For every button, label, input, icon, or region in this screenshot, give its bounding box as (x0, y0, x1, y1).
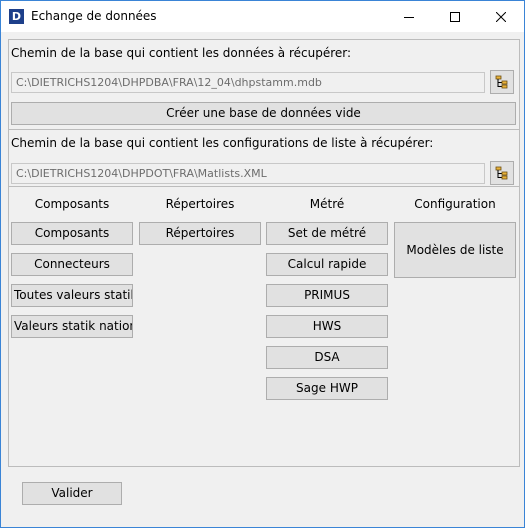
actions-group: Composants Répertoires Métré Configurati… (8, 186, 520, 467)
config-path-label: Chemin de la base qui contient les confi… (11, 136, 434, 150)
database-browse-button[interactable] (490, 70, 514, 94)
toutes-valeurs-statik-button[interactable]: Toutes valeurs statik (11, 284, 133, 307)
minimize-button[interactable] (386, 1, 432, 32)
sage-hwp-button[interactable]: Sage HWP (266, 377, 388, 400)
repertoires-button[interactable]: Répertoires (139, 222, 261, 245)
title-bar[interactable]: D Echange de données (1, 1, 524, 32)
config-path-field[interactable]: C:\DIETRICHS1204\DHPDOT\FRA\Matlists.XML (11, 163, 485, 184)
connecteurs-button[interactable]: Connecteurs (11, 253, 133, 276)
valider-button[interactable]: Valider (22, 482, 122, 505)
modeles-de-liste-button[interactable]: Modèles de liste (394, 222, 516, 278)
column-header-configuration: Configuration (414, 197, 496, 211)
hws-button[interactable]: HWS (266, 315, 388, 338)
maximize-icon (450, 11, 460, 22)
close-icon (496, 11, 506, 22)
calcul-rapide-button[interactable]: Calcul rapide (266, 253, 388, 276)
column-header-metre: Métré (309, 197, 345, 211)
maximize-button[interactable] (432, 1, 478, 32)
folder-tree-icon (495, 166, 508, 180)
app-icon: D (9, 9, 24, 24)
primus-button[interactable]: PRIMUS (266, 284, 388, 307)
column-header-repertoires: Répertoires (165, 197, 235, 211)
config-browse-button[interactable] (490, 161, 514, 185)
window-title: Echange de données (31, 9, 157, 23)
minimize-icon (404, 16, 414, 18)
database-path-field[interactable]: C:\DIETRICHS1204\DHPDBA\FRA\12_04\dhpsta… (11, 72, 485, 93)
set-de-metre-button[interactable]: Set de métré (266, 222, 388, 245)
close-button[interactable] (478, 1, 524, 32)
database-path-label: Chemin de la base qui contient les donné… (11, 46, 352, 60)
config-group: Chemin de la base qui contient les confi… (8, 129, 520, 189)
dialog-window: D Echange de données Chemin de la base q… (0, 0, 525, 528)
folder-tree-icon (495, 75, 508, 89)
database-group: Chemin de la base qui contient les donné… (8, 39, 520, 133)
composants-button[interactable]: Composants (11, 222, 133, 245)
column-header-composants: Composants (34, 197, 110, 211)
valeurs-statik-nationales-button[interactable]: Valeurs statik nationa (11, 315, 133, 338)
dsa-button[interactable]: DSA (266, 346, 388, 369)
create-empty-database-button[interactable]: Créer une base de données vide (11, 102, 516, 125)
